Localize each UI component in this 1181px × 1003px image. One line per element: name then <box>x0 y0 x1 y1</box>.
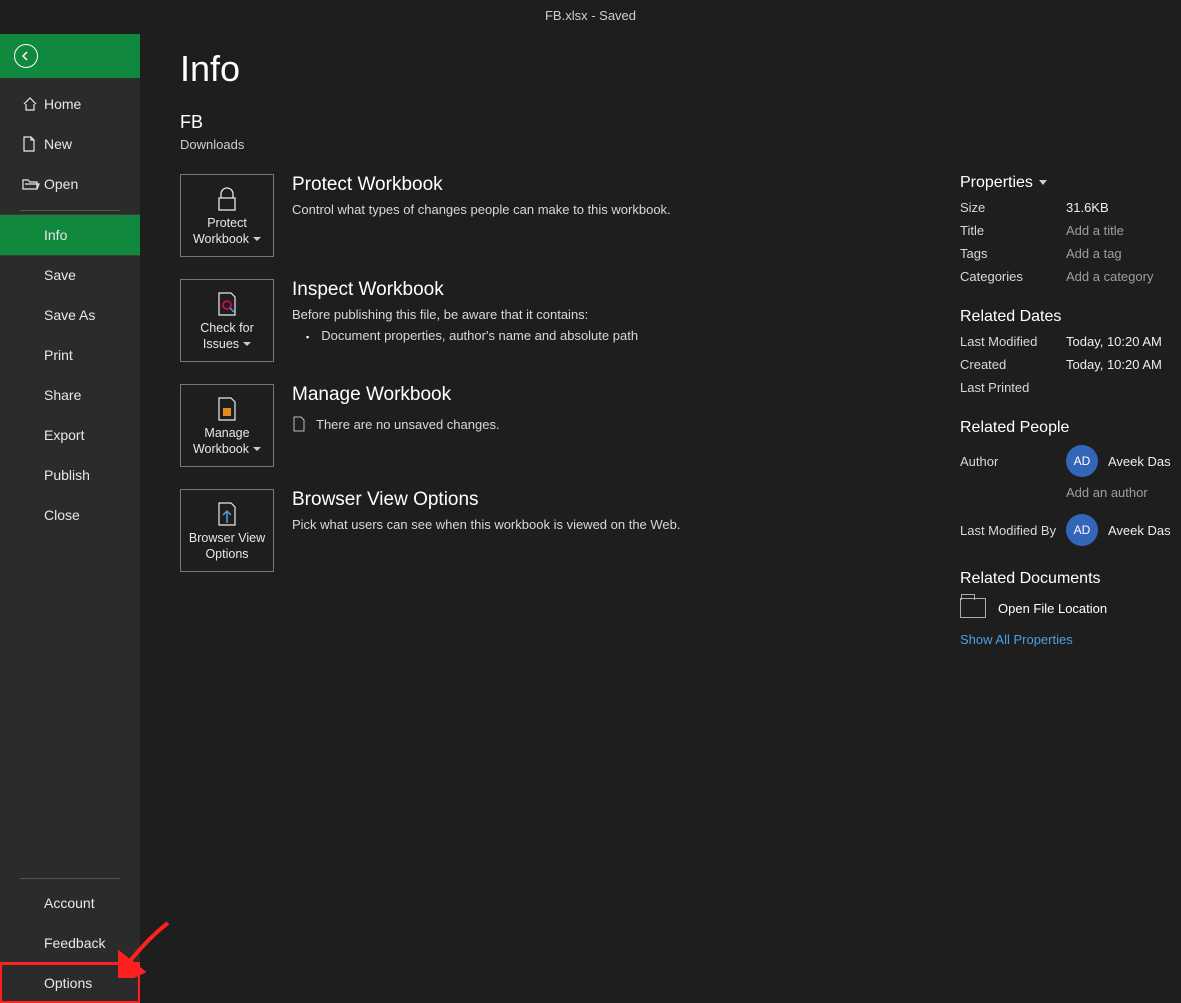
sidebar-item-saveas[interactable]: Save As <box>0 295 140 335</box>
sidebar-item-feedback[interactable]: Feedback <box>0 923 140 963</box>
sidebar-item-label: New <box>44 136 72 152</box>
titlebar-text: FB.xlsx - Saved <box>545 8 636 23</box>
prop-key: Categories <box>960 269 1066 284</box>
arrow-left-icon <box>14 44 38 68</box>
lastmodby-name: Aveek Das <box>1108 523 1171 538</box>
sidebar-item-label: Print <box>44 347 73 363</box>
sidebar-item-info[interactable]: Info <box>0 215 140 255</box>
prop-key: Last Modified By <box>960 523 1066 538</box>
sidebar-item-account[interactable]: Account <box>0 883 140 923</box>
sidebar-item-save[interactable]: Save <box>0 255 140 295</box>
button-label: Protect Workbook <box>185 216 269 247</box>
document-path: Downloads <box>180 137 780 152</box>
sidebar-item-label: Export <box>44 427 84 443</box>
sidebar-item-label: Save As <box>44 307 95 323</box>
lock-icon <box>215 184 239 214</box>
properties-dropdown[interactable]: Properties <box>960 174 1181 192</box>
sidebar-item-share[interactable]: Share <box>0 375 140 415</box>
related-dates-heading: Related Dates <box>960 308 1181 326</box>
sidebar-divider <box>20 210 120 211</box>
related-people-heading: Related People <box>960 419 1181 437</box>
sidebar-item-label: Publish <box>44 467 90 483</box>
add-tag-field[interactable]: Add a tag <box>1066 246 1122 261</box>
prop-key: Created <box>960 357 1066 372</box>
manage-workbook-button[interactable]: Manage Workbook <box>180 384 274 467</box>
open-file-location-button[interactable]: Open File Location <box>960 598 1181 618</box>
protect-workbook-button[interactable]: Protect Workbook <box>180 174 274 257</box>
add-category-field[interactable]: Add a category <box>1066 269 1153 284</box>
inspect-item: Document properties, author's name and a… <box>292 328 638 343</box>
prop-key: Size <box>960 200 1066 215</box>
sidebar-item-home[interactable]: Home <box>0 84 140 124</box>
section-title: Protect Workbook <box>292 174 671 196</box>
sidebar-item-label: Save <box>44 267 76 283</box>
sidebar-item-export[interactable]: Export <box>0 415 140 455</box>
prop-key: Title <box>960 223 1066 238</box>
sidebar-item-label: Home <box>44 96 81 112</box>
avatar: AD <box>1066 514 1098 546</box>
check-for-issues-button[interactable]: Check for Issues <box>180 279 274 362</box>
sidebar-item-label: Account <box>44 895 95 911</box>
sidebar-item-label: Info <box>44 227 67 243</box>
section-title: Inspect Workbook <box>292 279 638 301</box>
backstage-sidebar: Home New Open Info Save Save As Print Sh… <box>0 34 140 1003</box>
sidebar-item-options[interactable]: Options <box>0 963 140 1003</box>
inspect-icon <box>215 289 239 319</box>
section-title: Manage Workbook <box>292 384 500 406</box>
prop-value: Today, 10:20 AM <box>1066 334 1162 349</box>
sidebar-divider <box>20 878 120 879</box>
browser-view-options-button[interactable]: Browser View Options <box>180 489 274 572</box>
sidebar-item-label: Open <box>44 176 78 192</box>
open-file-location-label: Open File Location <box>998 601 1107 616</box>
sidebar-item-close[interactable]: Close <box>0 495 140 535</box>
sidebar-item-print[interactable]: Print <box>0 335 140 375</box>
prop-key: Author <box>960 454 1066 469</box>
add-author-field[interactable]: Add an author <box>1066 485 1148 500</box>
section-description: There are no unsaved changes. <box>316 417 500 432</box>
sidebar-item-label: Feedback <box>44 935 105 951</box>
author-entry[interactable]: AD Aveek Das <box>1066 445 1171 477</box>
add-title-field[interactable]: Add a title <box>1066 223 1124 238</box>
home-icon <box>22 96 44 112</box>
button-label: Browser View Options <box>185 531 269 562</box>
prop-key: Last Modified <box>960 334 1066 349</box>
button-label: Manage Workbook <box>185 426 269 457</box>
titlebar: FB.xlsx - Saved <box>0 0 1181 34</box>
prop-key: Last Printed <box>960 380 1066 395</box>
folder-icon <box>960 598 986 618</box>
section-description: Control what types of changes people can… <box>292 202 671 217</box>
sidebar-item-open[interactable]: Open <box>0 164 140 204</box>
sidebar-item-publish[interactable]: Publish <box>0 455 140 495</box>
sidebar-item-label: Options <box>44 975 92 991</box>
folder-open-icon <box>22 177 44 191</box>
sidebar-item-new[interactable]: New <box>0 124 140 164</box>
section-title: Browser View Options <box>292 489 681 511</box>
back-button[interactable] <box>0 34 140 78</box>
prop-value: Today, 10:20 AM <box>1066 357 1162 372</box>
doc-icon <box>292 416 306 432</box>
manage-icon <box>215 394 239 424</box>
document-name: FB <box>180 112 780 133</box>
sidebar-item-label: Share <box>44 387 81 403</box>
section-description: Pick what users can see when this workbo… <box>292 517 681 532</box>
related-documents-heading: Related Documents <box>960 570 1181 588</box>
avatar: AD <box>1066 445 1098 477</box>
page-title: Info <box>180 48 780 90</box>
author-name: Aveek Das <box>1108 454 1171 469</box>
button-label: Check for Issues <box>185 321 269 352</box>
sidebar-item-label: Close <box>44 507 80 523</box>
browser-view-icon <box>215 499 239 529</box>
doc-icon <box>22 136 44 152</box>
section-description: Before publishing this file, be aware th… <box>292 307 638 322</box>
chevron-down-icon <box>1039 180 1047 186</box>
prop-key: Tags <box>960 246 1066 261</box>
lastmodby-entry[interactable]: AD Aveek Das <box>1066 514 1171 546</box>
prop-value: 31.6KB <box>1066 200 1109 215</box>
show-all-properties-link[interactable]: Show All Properties <box>960 632 1073 647</box>
properties-panel: Properties Size31.6KB TitleAdd a title T… <box>960 174 1181 647</box>
